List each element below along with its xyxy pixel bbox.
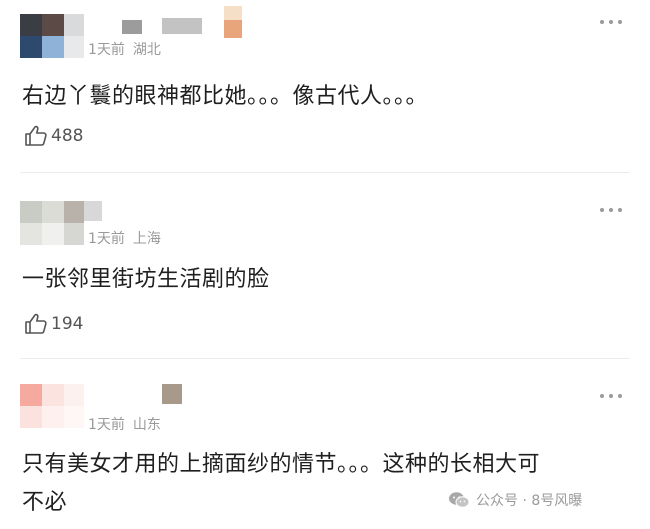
comment-text: 只有美女才用的上摘面纱的情节。。。这种的长相大可 不必 — [22, 446, 620, 522]
comment-location: 山东 — [132, 417, 161, 433]
thumbs-up-icon — [25, 313, 47, 334]
avatar[interactable] — [20, 201, 84, 245]
thumbs-up-icon — [25, 125, 47, 146]
username-blur — [84, 201, 102, 221]
wechat-icon — [449, 492, 470, 508]
watermark: 公众号 · 8号风曝 — [448, 490, 582, 510]
comment-time: 1天前 — [88, 417, 125, 433]
avatar[interactable] — [20, 14, 84, 58]
comment-text-line: 只有美女才用的上摘面纱的情节。。。这种的长相大可 — [22, 452, 541, 477]
like-count: 194 — [51, 314, 84, 334]
more-dots-icon[interactable] — [598, 206, 624, 214]
comment-time: 1天前 — [88, 42, 125, 58]
avatar[interactable] — [20, 384, 84, 428]
comment-meta: 1天前 上海 — [88, 228, 161, 248]
comment-item: 1天前 湖北 右边丫鬟的眼神都比她。。。像古代人。。。 488 — [0, 0, 650, 173]
username-blur — [162, 384, 182, 404]
comment-time: 1天前 — [88, 231, 125, 247]
comment-meta: 1天前 山东 — [88, 414, 161, 434]
more-dots-icon[interactable] — [598, 18, 624, 26]
username-blur[interactable] — [122, 20, 142, 34]
like-button[interactable]: 488 — [24, 123, 83, 149]
username-blur — [224, 20, 242, 38]
comment-location: 上海 — [132, 231, 161, 247]
username-blur — [224, 6, 242, 20]
like-button[interactable]: 194 — [24, 311, 83, 337]
username-blur — [162, 18, 202, 34]
watermark-label: 公众号 · 8号风曝 — [476, 493, 583, 509]
comment-meta: 1天前 湖北 — [88, 39, 161, 59]
like-count: 488 — [51, 126, 84, 146]
comment-location: 湖北 — [132, 42, 161, 58]
comment-text: 右边丫鬟的眼神都比她。。。像古代人。。。 — [22, 84, 429, 109]
comment-item: 1天前 上海 一张邻里街坊生活剧的脸 194 — [0, 173, 650, 359]
comment-text: 一张邻里街坊生活剧的脸 — [22, 267, 270, 292]
more-dots-icon[interactable] — [598, 392, 624, 400]
